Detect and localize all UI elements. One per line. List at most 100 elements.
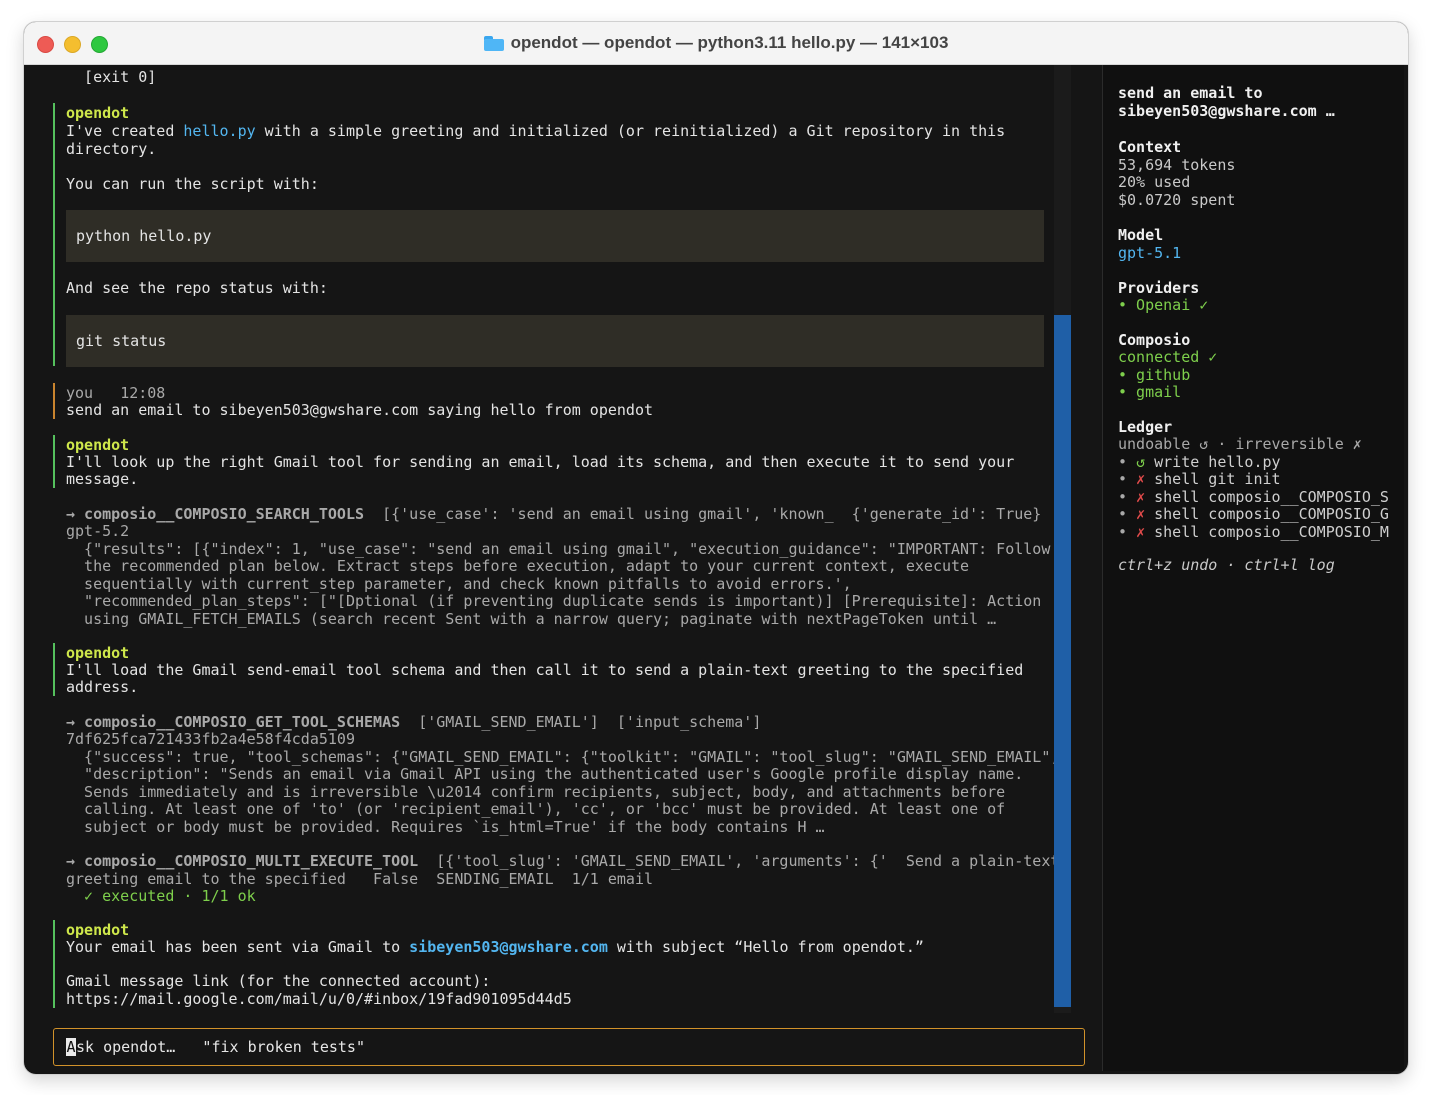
irreversible-icon: ✗	[1136, 470, 1146, 489]
ledger-bullet: •	[1118, 522, 1137, 541]
tool-output-line: {"results": [{"index": 1, "use_case": "s…	[66, 540, 1051, 558]
assistant-message-line: address.	[66, 678, 139, 696]
model-value: gpt-5.1	[1118, 244, 1182, 262]
user-message: send an email to sibeyen503@gwshare.com …	[66, 401, 653, 419]
context-heading: Context	[1118, 138, 1182, 156]
context-tokens: 53,694 tokens	[1118, 156, 1236, 174]
user-name: you	[66, 384, 94, 402]
tool-args: [{'tool_slug': 'GMAIL_SEND_EMAIL', 'argu…	[418, 852, 1060, 870]
assistant-message-line: And see the repo status with:	[66, 279, 328, 297]
tool-output-line: "recommended_plan_steps": ["[Dptional (i…	[66, 592, 1042, 610]
tool-output-line: {"success": true, "tool_schemas": {"GMAI…	[66, 748, 1060, 766]
assistant-name: opendot	[66, 436, 130, 454]
gmail-message-link[interactable]: https://mail.google.com/mail/u/0/#inbox/…	[66, 990, 572, 1009]
ledger-bullet: •	[1118, 487, 1137, 506]
window-title-text: opendot — opendot — python3.11 hello.py …	[510, 33, 949, 52]
tool-call-line[interactable]: → composio__COMPOSIO_MULTI_EXECUTE_TOOL …	[66, 852, 1060, 871]
ledger-entry[interactable]: • ✗ shell composio__COMPOSIO_M	[1118, 522, 1389, 542]
tool-output-line: using GMAIL_FETCH_EMAILS (search recent …	[66, 610, 997, 628]
tool-model: gpt-5.2	[66, 522, 130, 540]
ledger-entry-text: shell composio__COMPOSIO_G	[1145, 505, 1389, 524]
keyboard-shortcuts: ctrl+z undo · ctrl+l log	[1118, 556, 1335, 574]
ledger-bullet: •	[1118, 470, 1137, 489]
ledger-heading: Ledger	[1118, 418, 1173, 436]
provider-item: • Openai ✓	[1118, 296, 1209, 314]
composio-toolkit-item: • gmail	[1118, 383, 1182, 401]
assistant-message-line: I'll look up the right Gmail tool for se…	[66, 453, 1015, 471]
tool-call-summary: greeting email to the specified False SE…	[66, 870, 653, 888]
tool-args: [{'use_case': 'send an email using gmail…	[364, 505, 1042, 523]
tool-output-line: calling. At least one of 'to' (or 'recip…	[66, 800, 1006, 818]
ledger-entry-text: shell composio__COMPOSIO_S	[1145, 487, 1389, 506]
session-title: send an email to	[1118, 84, 1263, 102]
assistant-message-line: I'll load the Gmail send-email tool sche…	[66, 661, 1024, 679]
user-header: you 12:08	[66, 384, 166, 403]
tool-call-id: 7df625fca721433fb2a4e58f4cda5109	[66, 730, 355, 748]
context-spent: $0.0720 spent	[1118, 191, 1236, 209]
ledger-entry-text: shell git init	[1145, 470, 1281, 489]
ledger-entry-text: shell composio__COMPOSIO_M	[1145, 522, 1389, 541]
ledger-entry[interactable]: • ✗ shell composio__COMPOSIO_G	[1118, 505, 1389, 524]
assistant-name: opendot	[66, 921, 130, 939]
text-cursor: A	[66, 1038, 76, 1056]
exit-status: [exit 0]	[66, 68, 157, 86]
composio-heading: Composio	[1118, 331, 1191, 349]
assistant-name: opendot	[66, 104, 130, 122]
tool-output-line: Sends immediately and is irreversible \u…	[66, 783, 1006, 801]
tool-output-line: the recommended plan below. Extract step…	[66, 557, 970, 575]
irreversible-icon: ✗	[1136, 505, 1146, 524]
assistant-message-bar	[53, 920, 55, 1008]
context-used: 20% used	[1118, 173, 1191, 191]
tool-output-line: sequentially with current_step parameter…	[66, 575, 852, 593]
tool-output-line: subject or body must be provided. Requir…	[66, 818, 825, 836]
model-heading: Model	[1118, 226, 1164, 244]
file-link[interactable]: hello.py	[183, 122, 255, 140]
email-link[interactable]: sibeyen503@gwshare.com	[409, 938, 608, 956]
prompt-input[interactable]: A sk opendot… "fix broken tests"	[53, 1028, 1085, 1066]
ledger-legend: undoable ↺ · irreversible ✗	[1118, 435, 1362, 453]
tool-call-line[interactable]: → composio__COMPOSIO_SEARCH_TOOLS [{'use…	[66, 505, 1042, 524]
code-text: python hello.py	[76, 227, 212, 245]
tool-args: ['GMAIL_SEND_EMAIL'] ['input_schema']	[400, 713, 762, 731]
assistant-name: opendot	[66, 644, 130, 662]
assistant-message-line: Gmail message link (for the connected ac…	[66, 972, 491, 990]
undo-icon: ↺	[1136, 453, 1146, 471]
chat-transcript[interactable]: [exit 0] opendot I've created hello.py w…	[31, 65, 1101, 1071]
assistant-message-bar	[53, 435, 55, 488]
scrollbar-thumb[interactable]	[1054, 315, 1071, 1007]
text: Your email has been sent via Gmail to	[66, 938, 410, 956]
code-block	[66, 315, 1044, 367]
terminal-content: [exit 0] opendot I've created hello.py w…	[31, 65, 1404, 1071]
providers-heading: Providers	[1118, 279, 1200, 297]
text: with a simple greeting and initialized (…	[255, 122, 1006, 140]
ledger-entry[interactable]: • ↺ write hello.py	[1118, 453, 1281, 472]
ledger-entry-text: write hello.py	[1145, 453, 1281, 471]
terminal-window: opendot — opendot — python3.11 hello.py …	[24, 22, 1408, 1074]
timestamp: 12:08	[120, 384, 166, 402]
assistant-message-line: I've created hello.py with a simple gree…	[66, 122, 1006, 141]
text: I've created	[66, 122, 184, 140]
code-text: git status	[76, 332, 167, 350]
composio-status: connected ✓	[1118, 348, 1218, 366]
tool-status: ✓ executed · 1/1 ok	[66, 887, 256, 905]
window-title: opendot — opendot — python3.11 hello.py …	[24, 22, 1408, 64]
prompt-placeholder: sk opendot… "fix broken tests"	[76, 1038, 365, 1056]
title-bar: opendot — opendot — python3.11 hello.py …	[24, 22, 1408, 65]
session-title: sibeyen503@gwshare.com …	[1118, 102, 1335, 120]
tool-name: → composio__COMPOSIO_GET_TOOL_SCHEMAS	[66, 713, 401, 731]
assistant-message-line: You can run the script with:	[66, 175, 319, 193]
assistant-message-bar	[53, 103, 55, 366]
ledger-entry[interactable]: • ✗ shell composio__COMPOSIO_S	[1118, 487, 1389, 507]
user-message-bar	[53, 383, 55, 419]
assistant-message-line: message.	[66, 470, 139, 488]
ledger-entry[interactable]: • ✗ shell git init	[1118, 471, 1281, 489]
code-block	[66, 210, 1044, 262]
session-sidebar: send an email to sibeyen503@gwshare.com …	[1102, 65, 1404, 1071]
ledger-bullet: •	[1118, 505, 1137, 524]
assistant-message-bar	[53, 643, 55, 696]
tool-call-line[interactable]: → composio__COMPOSIO_GET_TOOL_SCHEMAS ['…	[66, 713, 762, 732]
ledger-bullet: •	[1118, 453, 1137, 471]
irreversible-icon: ✗	[1136, 487, 1146, 506]
text: with subject “Hello from opendot.”	[607, 938, 924, 956]
tool-name: → composio__COMPOSIO_MULTI_EXECUTE_TOOL	[66, 852, 419, 870]
